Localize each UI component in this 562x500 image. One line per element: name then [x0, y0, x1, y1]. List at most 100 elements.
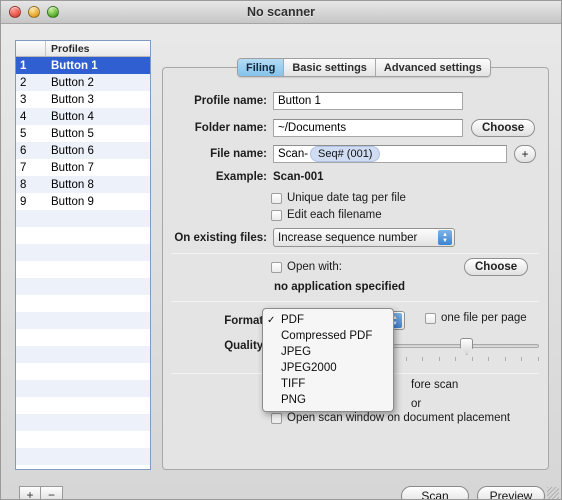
- profile-row-6[interactable]: 6 Button 6: [16, 142, 150, 159]
- format-dropdown-menu[interactable]: ✓ PDF Compressed PDF JPEG JPEG2000 TIFF PNG: [262, 308, 394, 412]
- profile-row-4[interactable]: 4 Button 4: [16, 108, 150, 125]
- unique-date-tag-row[interactable]: Unique date tag per file: [271, 192, 406, 204]
- profiles-header-name: Profiles: [51, 42, 90, 55]
- profile-row-number: 3: [20, 93, 27, 106]
- profile-row-7[interactable]: 7 Button 7: [16, 159, 150, 176]
- unique-date-tag-label: Unique date tag per file: [287, 192, 406, 204]
- quality-slider-thumb[interactable]: [460, 338, 474, 355]
- profiles-list[interactable]: Profiles 1 Button 1 2 Button 2 3 Button 3 4 But…: [15, 40, 151, 470]
- remove-profile-button[interactable]: −: [41, 486, 63, 499]
- preview-button[interactable]: Preview: [477, 486, 545, 499]
- open-with-status: no application specified: [274, 281, 405, 293]
- profile-row-empty[interactable]: [16, 397, 150, 414]
- close-icon[interactable]: [9, 6, 21, 18]
- profile-row-number: 7: [20, 161, 27, 174]
- quality-label: Quality:: [224, 340, 267, 352]
- tab-advanced-settings[interactable]: Advanced settings: [375, 59, 490, 76]
- profile-row-empty[interactable]: [16, 329, 150, 346]
- example-value: Scan-001: [273, 171, 324, 183]
- open-with-checkbox[interactable]: [271, 261, 282, 273]
- profile-row-number: 1: [20, 59, 27, 72]
- profile-row-empty[interactable]: [16, 414, 150, 431]
- tab-filing[interactable]: Filing: [238, 59, 285, 76]
- profile-row-empty[interactable]: [16, 346, 150, 363]
- minimize-icon[interactable]: [28, 6, 40, 18]
- file-name-label: File name:: [210, 148, 267, 160]
- open-with-choose-button[interactable]: Choose: [464, 258, 529, 276]
- profile-row-8[interactable]: 8 Button 8: [16, 176, 150, 193]
- format-option-label: PDF: [281, 314, 304, 326]
- on-existing-files-value: Increase sequence number: [278, 231, 418, 244]
- open-scan-window-row[interactable]: Open scan window on document placement: [271, 412, 510, 424]
- tab-basic-settings[interactable]: Basic settings: [284, 59, 376, 76]
- sequence-token[interactable]: Seq# (001): [310, 146, 381, 162]
- format-option-jpeg[interactable]: JPEG: [263, 344, 393, 360]
- zoom-icon[interactable]: [47, 6, 59, 18]
- profile-row-name: Button 4: [51, 110, 94, 123]
- profile-name-label: Profile name:: [194, 95, 267, 107]
- profile-row-name: Button 5: [51, 127, 94, 140]
- profile-row-3[interactable]: 3 Button 3: [16, 91, 150, 108]
- profile-row-5[interactable]: 5 Button 5: [16, 125, 150, 142]
- open-scan-window-label: Open scan window on document placement: [287, 412, 511, 424]
- format-option-label: TIFF: [281, 378, 306, 390]
- edit-each-filename-checkbox[interactable]: [271, 209, 282, 221]
- format-option-tiff[interactable]: TIFF: [263, 376, 393, 392]
- profile-row-empty[interactable]: [16, 380, 150, 397]
- profile-row-number: 4: [20, 110, 27, 123]
- profile-row-empty[interactable]: [16, 210, 150, 227]
- folder-choose-button[interactable]: Choose: [471, 119, 536, 137]
- file-name-row: File name: Scan- Seq# (001) +: [189, 145, 536, 163]
- profile-name-row: Profile name: Button 1: [189, 92, 463, 110]
- profile-row-empty[interactable]: [16, 244, 150, 261]
- profile-row-1[interactable]: 1 Button 1: [16, 57, 150, 74]
- quality-row: Quality:: [195, 340, 267, 352]
- add-token-button[interactable]: +: [514, 145, 536, 163]
- profile-row-empty[interactable]: [16, 278, 150, 295]
- resize-handle[interactable]: [547, 487, 559, 499]
- profile-rows: 1 Button 1 2 Button 2 3 Button 3 4 Button 4 5 But…: [16, 57, 150, 465]
- scanner-window: No scanner Profiles 1 Button 1 2 Button 2 3 B…: [0, 0, 562, 500]
- profile-row-empty[interactable]: [16, 312, 150, 329]
- profile-row-9[interactable]: 9 Button 9: [16, 193, 150, 210]
- profile-row-empty[interactable]: [16, 227, 150, 244]
- profile-row-empty[interactable]: [16, 363, 150, 380]
- format-option-png[interactable]: PNG: [263, 392, 393, 408]
- profile-row-name: Button 9: [51, 195, 94, 208]
- one-file-per-page-checkbox[interactable]: [425, 312, 436, 324]
- folder-name-input[interactable]: ~/Documents: [273, 119, 463, 137]
- format-option-label: JPEG2000: [281, 362, 337, 374]
- format-label: Format:: [224, 314, 267, 327]
- format-option-jpeg2000[interactable]: JPEG2000: [263, 360, 393, 376]
- profile-row-name: Button 1: [51, 59, 98, 72]
- scan-button[interactable]: Scan: [401, 486, 469, 499]
- unique-date-tag-checkbox[interactable]: [271, 192, 282, 204]
- profile-row-empty[interactable]: [16, 448, 150, 465]
- profile-row-empty[interactable]: [16, 261, 150, 278]
- open-scan-window-checkbox[interactable]: [271, 412, 282, 424]
- edit-each-filename-row[interactable]: Edit each filename: [271, 209, 382, 221]
- add-profile-button[interactable]: +: [19, 486, 41, 499]
- open-with-row[interactable]: Open with:: [271, 261, 342, 273]
- profile-row-number: 2: [20, 76, 27, 89]
- example-label: Example:: [215, 171, 267, 183]
- folder-name-row: Folder name: ~/Documents Choose: [189, 119, 536, 137]
- format-option-compressed-pdf[interactable]: Compressed PDF: [263, 328, 393, 344]
- profile-row-empty[interactable]: [16, 295, 150, 312]
- profile-row-empty[interactable]: [16, 431, 150, 448]
- profile-name-input[interactable]: Button 1: [273, 92, 463, 110]
- profile-row-number: 8: [20, 178, 27, 191]
- profile-row-2[interactable]: 2 Button 2: [16, 74, 150, 91]
- file-name-input[interactable]: Scan- Seq# (001): [273, 145, 507, 163]
- on-existing-files-select[interactable]: Increase sequence number ▲ ▼: [273, 228, 455, 247]
- edit-each-filename-label: Edit each filename: [287, 209, 382, 221]
- profiles-header: Profiles: [16, 41, 150, 57]
- one-file-per-page-row[interactable]: one file per page: [425, 312, 527, 324]
- format-option-pdf[interactable]: ✓ PDF: [263, 312, 393, 328]
- action-buttons: Scan Preview: [401, 486, 545, 499]
- profile-row-name: Button 3: [51, 93, 94, 106]
- on-existing-files-row: On existing files: Increase sequence num…: [168, 228, 455, 247]
- on-existing-files-label: On existing files:: [174, 231, 267, 244]
- window-body: Profiles 1 Button 1 2 Button 2 3 Button 3 4 But…: [1, 24, 561, 499]
- checkmark-icon: ✓: [267, 314, 276, 326]
